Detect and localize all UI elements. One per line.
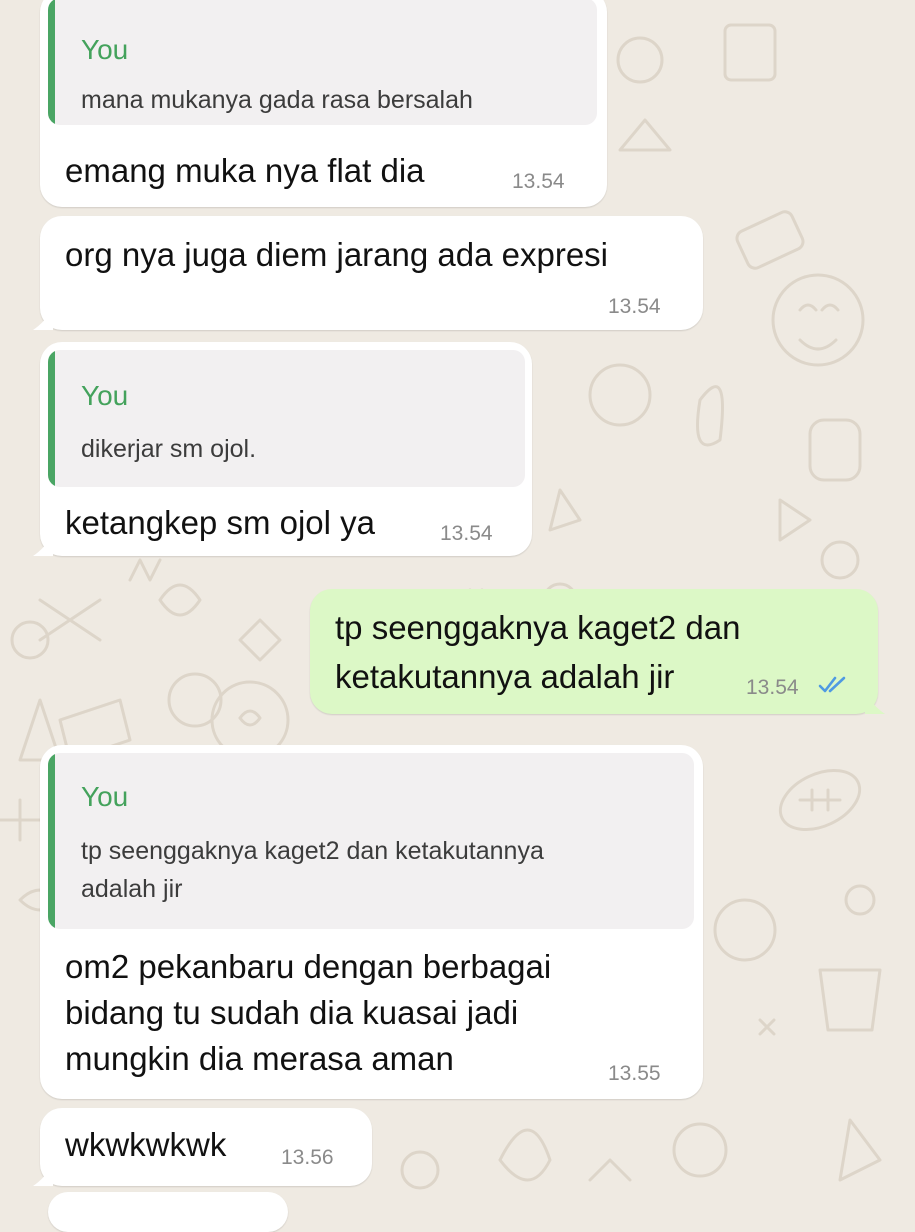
message-time: 13.54 xyxy=(746,676,799,699)
message-bubble-incoming-partial[interactable] xyxy=(48,1192,288,1232)
message-bubble-outgoing[interactable]: tp seenggaknya kaget2 dan ketakutannya a… xyxy=(310,589,885,714)
quote-text: dikerjar sm ojol. xyxy=(81,435,257,463)
message-bubble-incoming[interactable]: org nya juga diem jarang ada expresi 13.… xyxy=(33,216,703,330)
message-text-line: ketakutannya adalah jir xyxy=(335,658,675,695)
message-time: 13.56 xyxy=(281,1146,334,1169)
chat-thread[interactable]: You mana mukanya gada rasa bersalah eman… xyxy=(0,0,915,1232)
bubble-tail xyxy=(865,692,885,714)
message-text-line: tp seenggaknya kaget2 dan xyxy=(335,609,741,646)
message-time: 13.54 xyxy=(608,295,661,318)
quote-accent-bar xyxy=(48,350,55,487)
message-text-line: mungkin dia merasa aman xyxy=(65,1040,454,1077)
double-check-read-icon xyxy=(818,676,846,693)
message-text: emang muka nya flat dia xyxy=(65,152,425,189)
message-text-line: om2 pekanbaru dengan berbagai xyxy=(65,948,552,985)
message-text-line: bidang tu sudah dia kuasai jadi xyxy=(65,994,519,1031)
message-bubble-incoming[interactable]: You mana mukanya gada rasa bersalah eman… xyxy=(40,0,607,207)
message-bubble-incoming[interactable]: wkwkwkwk 13.56 xyxy=(33,1108,372,1186)
message-text: ketangkep sm ojol ya xyxy=(65,504,376,541)
message-bubble-incoming[interactable]: You tp seenggaknya kaget2 dan ketakutann… xyxy=(40,745,703,1099)
message-text: wkwkwkwk xyxy=(65,1126,227,1163)
quote-text-line: tp seenggaknya kaget2 dan ketakutannya xyxy=(81,837,544,865)
message-time: 13.55 xyxy=(608,1062,661,1085)
quote-text-line: adalah jir xyxy=(81,875,183,903)
quote-accent-bar xyxy=(48,753,55,929)
quoted-message[interactable]: You dikerjar sm ojol. xyxy=(48,350,525,487)
quote-text: mana mukanya gada rasa bersalah xyxy=(81,86,473,114)
quoted-message[interactable]: You tp seenggaknya kaget2 dan ketakutann… xyxy=(48,753,694,929)
message-text: org nya juga diem jarang ada expresi xyxy=(65,236,609,273)
bubble-tail xyxy=(33,308,53,330)
bubble-tail xyxy=(33,534,53,556)
quoted-message[interactable]: You mana mukanya gada rasa bersalah xyxy=(48,0,597,125)
bubble-tail xyxy=(33,1164,53,1186)
message-bubble-incoming[interactable]: You dikerjar sm ojol. ketangkep sm ojol … xyxy=(33,342,532,556)
message-time: 13.54 xyxy=(440,522,493,545)
quote-accent-bar xyxy=(48,0,55,125)
quote-author: You xyxy=(81,34,129,65)
quote-author: You xyxy=(81,781,129,812)
quote-author: You xyxy=(81,380,129,411)
message-time: 13.54 xyxy=(512,170,565,193)
